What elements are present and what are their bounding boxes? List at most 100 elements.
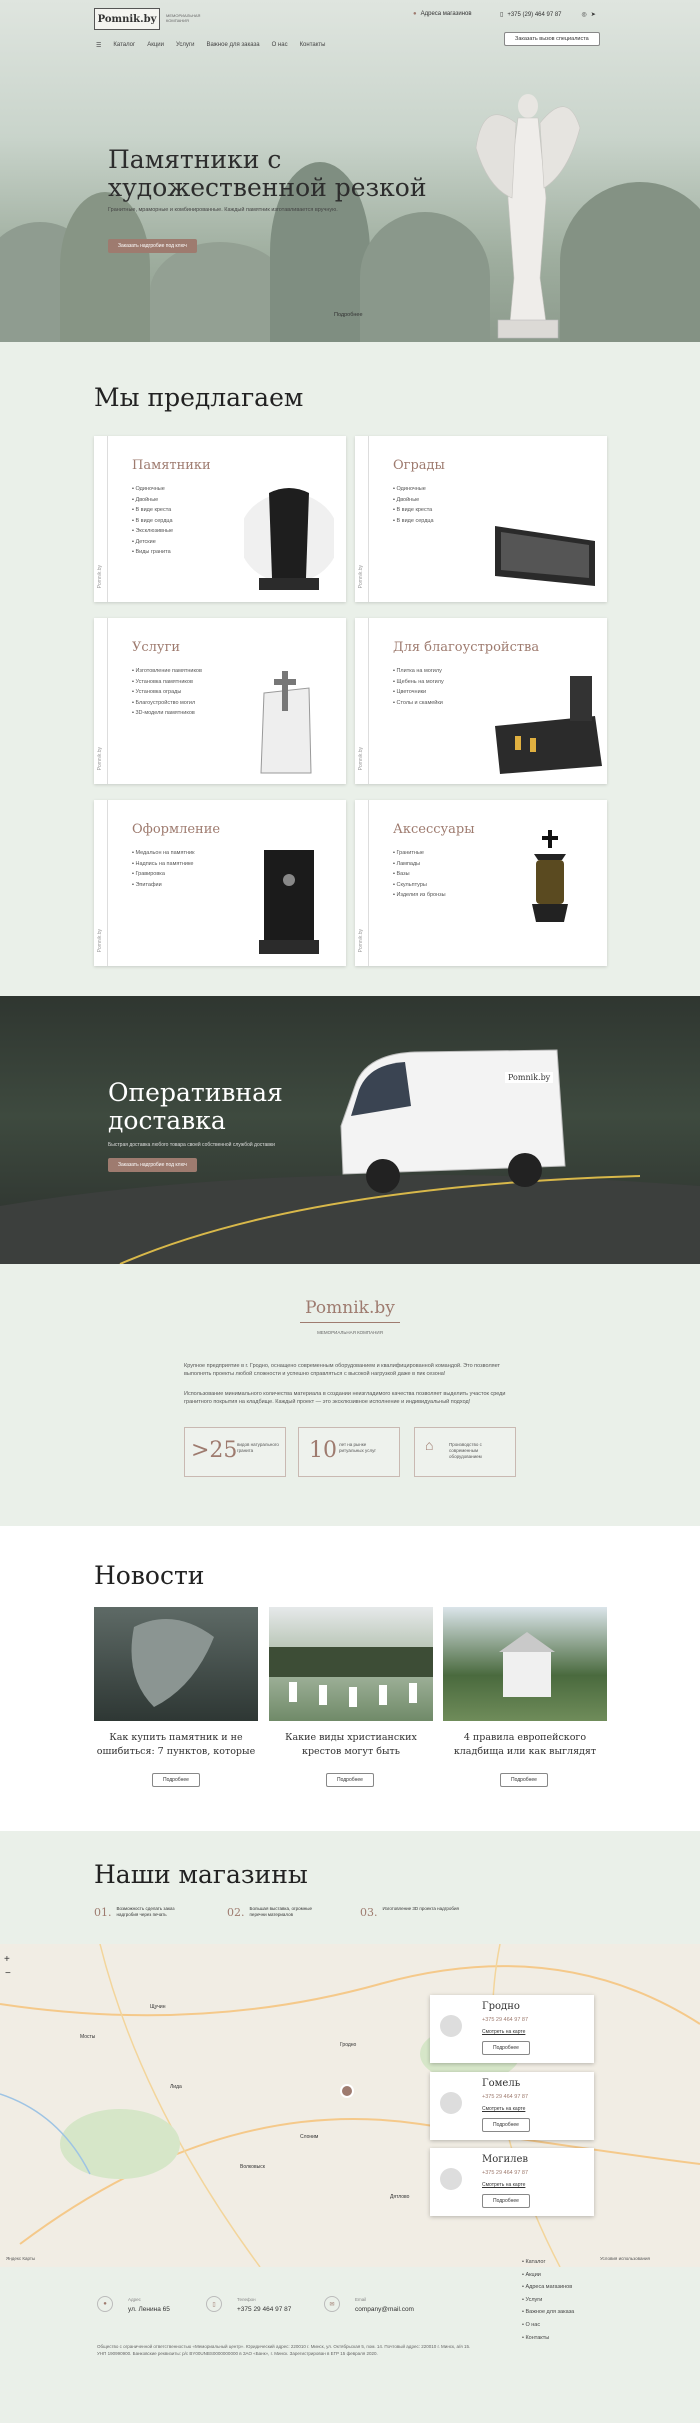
nav-contacts[interactable]: Контакты	[300, 42, 326, 49]
list-item[interactable]: Надпись на памятнике	[132, 859, 194, 870]
shop-map-link[interactable]: Смотреть на карте	[482, 2106, 525, 2112]
shop-phone[interactable]: +375 29 464 97 87	[482, 2017, 528, 2023]
header: Pomnik.by МЕМОРИАЛЬНАЯ КОМПАНИЯ ● Адреса…	[0, 0, 700, 58]
list-item[interactable]: Одиночные	[132, 484, 173, 495]
shop-phone[interactable]: +375 29 464 97 87	[482, 2094, 528, 2100]
news-image-angel[interactable]	[94, 1607, 258, 1721]
list-item[interactable]: Изделия из бронзы	[393, 890, 445, 901]
footer-nav-addresses[interactable]: Адреса магазинов	[522, 2281, 574, 2294]
news-more-button[interactable]: Подробнее	[152, 1773, 200, 1787]
footer-nav-important[interactable]: Важное для заказа	[522, 2306, 574, 2319]
footer-nav-contacts[interactable]: Контакты	[522, 2332, 574, 2345]
footer-nav-services[interactable]: Услуги	[522, 2294, 574, 2307]
list-item[interactable]: В виде креста	[393, 505, 434, 516]
list-item[interactable]: Эксклюзивные	[132, 526, 173, 537]
shop-more-button[interactable]: Подробнее	[482, 2118, 530, 2132]
list-item[interactable]: Вазы	[393, 869, 446, 880]
list-item[interactable]: В виде креста	[132, 505, 173, 516]
news-item-title[interactable]: Какие виды христианских крестов могут бы…	[269, 1731, 433, 1759]
list-item[interactable]: В виде сердца	[393, 516, 433, 527]
list-item[interactable]: Медальон на памятник	[132, 848, 194, 859]
stores-map[interactable]: Гродно Лида Слоним Волковыск Мосты Щучин…	[0, 1944, 700, 2267]
about-paragraph-1: Крупное предприятие в г. Гродно, оснащен…	[184, 1363, 501, 1377]
news-more-button[interactable]: Подробнее	[500, 1773, 548, 1787]
nav-services[interactable]: Услуги	[176, 42, 194, 49]
map-terms-link[interactable]: Условия использования	[600, 2256, 650, 2261]
list-item[interactable]: Плитка на могилу	[393, 666, 444, 677]
list-item[interactable]: Детские	[132, 537, 173, 548]
news-more-button[interactable]: Подробнее	[326, 1773, 374, 1787]
telegram-icon[interactable]: ➤	[591, 11, 596, 18]
offer-card-fences[interactable]: Pomnik.by Ограды Одиночные Двойные В вид…	[355, 436, 607, 602]
list-item[interactable]: Изготовление памятников	[132, 666, 201, 677]
news-item-title[interactable]: Как купить памятник и не ошибиться: 7 пу…	[94, 1731, 258, 1759]
order-specialist-button[interactable]: Заказать вызов специалиста	[504, 32, 600, 46]
nav-sales[interactable]: Акции	[147, 42, 164, 49]
logo[interactable]: Pomnik.by	[94, 8, 160, 30]
list-item[interactable]: Скульптуры	[393, 880, 446, 891]
list-item[interactable]: Гранитные	[393, 848, 446, 859]
list-item[interactable]: Двойные	[393, 495, 434, 506]
offer-card-improvement[interactable]: Pomnik.by Для благоустройства Плитка на …	[355, 618, 607, 784]
delivery-cta-button[interactable]: Заказать надгробие под ключ	[108, 1158, 197, 1172]
offer-card-design[interactable]: Pomnik.by Оформление Медальон на памятни…	[94, 800, 346, 966]
nav-important[interactable]: Важное для заказа	[206, 42, 259, 49]
shop-city: Гомель	[482, 2078, 521, 2089]
card-brand: Pomnik.by	[358, 564, 364, 588]
list-item[interactable]: В виде сердца	[132, 516, 173, 527]
list-item[interactable]: Лампады	[393, 859, 446, 870]
shop-more-button[interactable]: Подробнее	[482, 2194, 530, 2208]
hero-more-link[interactable]: Подробнее	[334, 312, 363, 318]
stat-text: Производство с современным оборудованием	[449, 1442, 482, 1459]
shop-card-mogilev[interactable]: Могилев +375 29 464 97 87 Смотреть на ка…	[430, 2148, 594, 2216]
list-item[interactable]: 3D-модели памятников	[132, 708, 202, 719]
footer-phone-label: Телефон	[237, 2297, 256, 2302]
footer-email[interactable]: company@mail.com	[355, 2306, 414, 2313]
header-phone[interactable]: +375 (29) 464 97 87	[507, 12, 561, 18]
hero-title-line2: художественной резкой	[108, 173, 427, 202]
list-item[interactable]: Эпитафии	[132, 880, 194, 891]
header-address-link[interactable]: Адреса магазинов	[421, 11, 472, 17]
news-item-title[interactable]: 4 правила европейского кладбища или как …	[443, 1731, 607, 1759]
shop-card-gomel[interactable]: Гомель +375 29 464 97 87 Смотреть на кар…	[430, 2072, 594, 2140]
offer-card-services[interactable]: Pomnik.by Услуги Изготовление памятников…	[94, 618, 346, 784]
nav-about[interactable]: О нас	[272, 42, 288, 49]
list-item[interactable]: Столы и скамейки	[393, 698, 444, 709]
shop-more-button[interactable]: Подробнее	[482, 2041, 530, 2055]
shop-card-grodno[interactable]: Гродно +375 29 464 97 87 Смотреть на кар…	[430, 1995, 594, 2063]
map-brand[interactable]: Яндекс Карты	[6, 2256, 35, 2261]
step-number: 01.	[94, 1906, 112, 1919]
list-item[interactable]: Установка ограды	[132, 687, 202, 698]
footer-nav-catalog[interactable]: Каталог	[522, 2256, 574, 2269]
list-item[interactable]: Двойные	[132, 495, 173, 506]
map-pin-icon[interactable]	[340, 2084, 354, 2098]
shop-map-link[interactable]: Смотреть на карте	[482, 2029, 525, 2035]
list-item[interactable]: Гравировка	[132, 869, 194, 880]
map-zoom-plus-icon[interactable]: +	[4, 1954, 10, 1965]
hero-cta-button[interactable]: Заказать надгробие под ключ	[108, 239, 197, 253]
footer-nav-about[interactable]: О нас	[522, 2319, 574, 2332]
offer-card-accessories[interactable]: Pomnik.by Аксессуары Гранитные Лампады В…	[355, 800, 607, 966]
footer-nav-sales[interactable]: Акции	[522, 2269, 574, 2282]
shop-phone[interactable]: +375 29 464 97 87	[482, 2170, 528, 2176]
cross-monument-image	[260, 671, 312, 774]
news-image-chapel[interactable]	[443, 1607, 607, 1721]
offer-card-monuments[interactable]: Pomnik.by Памятники Одиночные Двойные В …	[94, 436, 346, 602]
list-item[interactable]: Щебень на могилу	[393, 677, 443, 688]
map-city-label: Лида	[170, 2084, 182, 2090]
footer-phone[interactable]: +375 29 464 97 87	[237, 2306, 291, 2313]
list-item[interactable]: Виды гранита	[132, 547, 173, 558]
whatsapp-icon[interactable]: ◎	[582, 11, 587, 18]
step-number: 03.	[360, 1906, 378, 1919]
list-item[interactable]: Установка памятников	[132, 677, 202, 688]
shop-map-link[interactable]: Смотреть на карте	[482, 2182, 525, 2188]
about-paragraph-2: Использование минимального количества ма…	[184, 1391, 506, 1405]
list-item[interactable]: Цветочники	[393, 687, 444, 698]
list-item[interactable]: Благоустройство могил	[132, 698, 202, 709]
nav-catalog[interactable]: Каталог	[113, 42, 135, 49]
news-image-crosses[interactable]	[269, 1607, 433, 1721]
list-item[interactable]: Одиночные	[393, 484, 434, 495]
menu-icon[interactable]: ☰	[96, 42, 101, 49]
map-zoom-minus-icon[interactable]: −	[5, 1968, 11, 1979]
step-text: Изготовление 3D проекта надгробия	[382, 1906, 459, 1911]
